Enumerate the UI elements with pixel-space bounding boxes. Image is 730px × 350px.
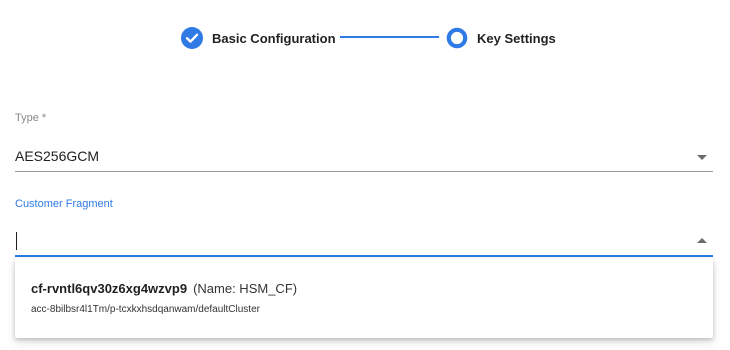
option-path: acc-8bilbsr4l1Tm/p-tcxkxhsdqanwam/defaul… [31,304,260,315]
type-select[interactable]: Type * AES256GCM [15,112,713,172]
step-label: Basic Configuration [212,30,336,46]
customer-fragment-dropdown: cf-rvntl6qv30z6xg4wzvp9 (Name: HSM_CF) ac… [15,258,713,338]
dropdown-option[interactable]: cf-rvntl6qv30z6xg4wzvp9 (Name: HSM_CF) ac… [15,258,713,338]
customer-fragment-autocomplete[interactable]: Customer Fragment [15,198,713,258]
customer-fragment-label: Customer Fragment [15,198,113,210]
option-id: cf-rvntl6qv30z6xg4wzvp9 [31,281,188,296]
check-circle-icon [181,27,203,49]
option-name: (Name: HSM_CF) [193,281,298,296]
step-key-settings[interactable]: Key Settings [446,25,556,51]
ring-circle-icon [446,27,468,49]
step-connector [340,36,439,38]
caret-down-icon[interactable] [697,155,707,160]
type-underline [15,171,713,172]
type-value[interactable]: AES256GCM [15,148,99,164]
step-label: Key Settings [477,30,556,46]
customer-fragment-underline [15,255,713,257]
step-basic-configuration[interactable]: Basic Configuration [181,25,336,51]
caret-up-icon[interactable] [697,238,707,243]
stepper: Basic Configuration Key Settings [0,25,730,53]
option-title: cf-rvntl6qv30z6xg4wzvp9 (Name: HSM_CF) [31,281,297,296]
type-label: Type * [15,112,47,124]
customer-fragment-input[interactable] [15,228,685,252]
text-cursor [16,232,17,250]
